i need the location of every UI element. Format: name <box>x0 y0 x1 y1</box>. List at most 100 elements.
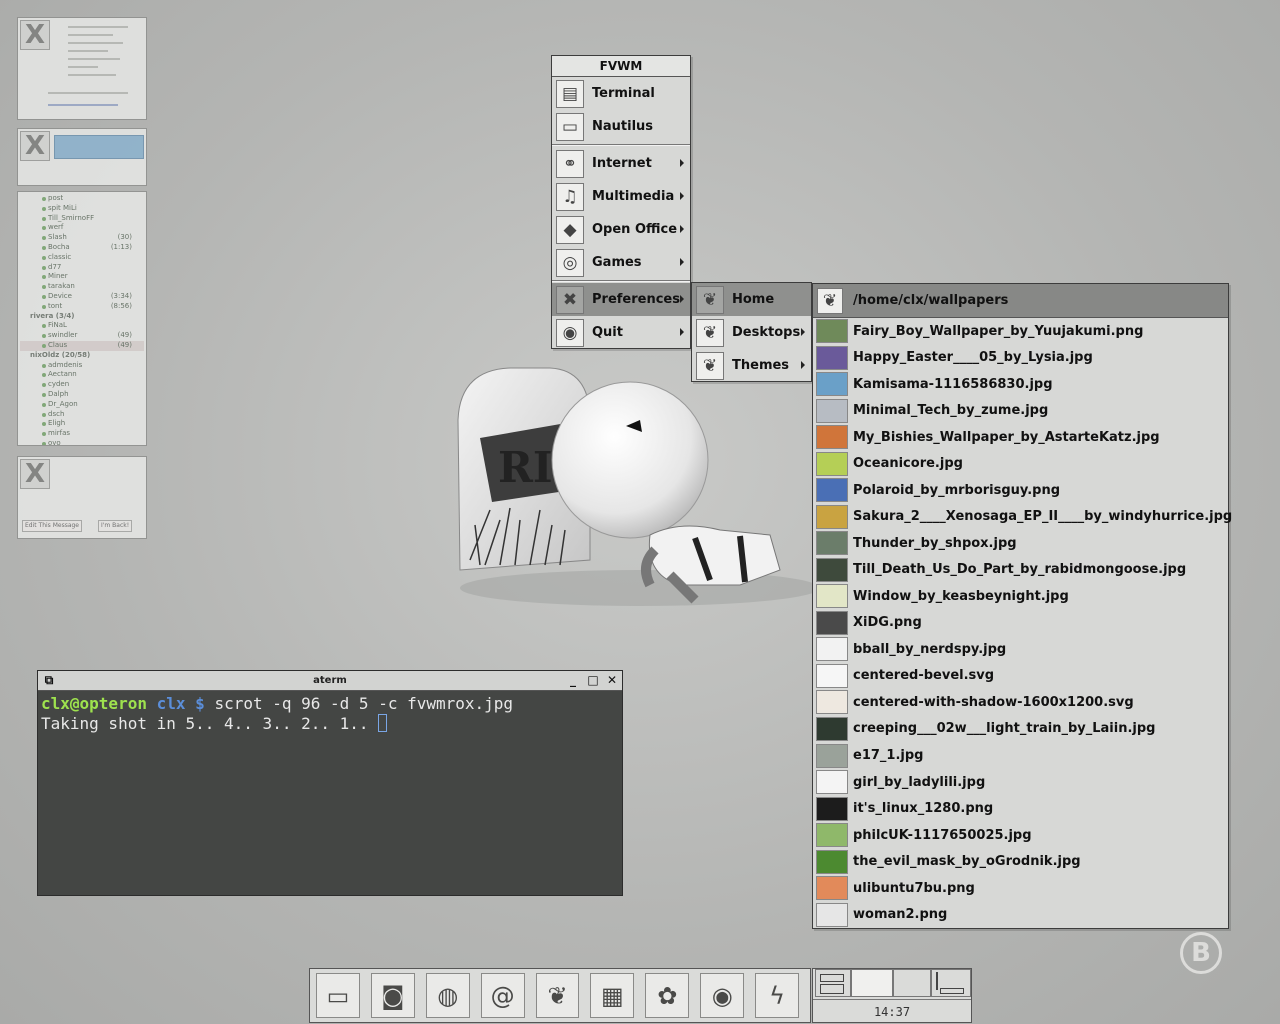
menu-item-themes[interactable]: ❦ Themes <box>692 349 811 382</box>
contact-count: (3:34) <box>110 291 132 300</box>
wallpaper-item[interactable]: Kamisama-1116586830.jpg <box>813 371 1228 398</box>
wallpaper-item[interactable]: Happy_Easter____05_by_Lysia.jpg <box>813 345 1228 372</box>
contact-row[interactable]: Bocha (1:13) <box>20 243 144 253</box>
wallpaper-item[interactable]: Till_Death_Us_Do_Part_by_rabidmongoose.j… <box>813 557 1228 584</box>
desktop-3[interactable] <box>893 969 931 997</box>
contact-row[interactable]: Slash (30) <box>20 233 144 243</box>
aterm-titlebar[interactable]: ⧉ aterm _ □ ✕ <box>38 671 622 691</box>
pager-thumb-1[interactable]: X <box>17 17 147 120</box>
menu-item-preferences[interactable]: ✖ Preferences <box>552 283 690 316</box>
menu-item-desktops[interactable]: ❦ Desktops <box>692 316 811 349</box>
wallpaper-thumbnail <box>816 319 848 344</box>
globe-icon[interactable]: ◍ <box>425 973 470 1018</box>
wallpaper-item[interactable]: centered-bevel.svg <box>813 663 1228 690</box>
wallpaper-item[interactable]: Oceanicore.jpg <box>813 451 1228 478</box>
menu-item-home[interactable]: ❦ Home <box>692 283 811 316</box>
contact-group[interactable]: rivera (3/4) <box>20 312 144 322</box>
disc-icon[interactable]: ◉ <box>700 973 745 1018</box>
menu-item-games[interactable]: ◎ Games <box>552 246 690 279</box>
wallpaper-item[interactable]: Minimal_Tech_by_zume.jpg <box>813 398 1228 425</box>
contact-row[interactable]: Miner <box>20 272 144 282</box>
contact-row[interactable]: admdenis <box>20 361 144 371</box>
menu-item-quit[interactable]: ◉ Quit <box>552 316 690 349</box>
menu-item-nautilus[interactable]: ▭ Nautilus <box>552 110 690 143</box>
contact-row[interactable]: Dalph <box>20 390 144 400</box>
flower-icon[interactable]: ✿ <box>645 973 690 1018</box>
pager-thumb-2[interactable]: X <box>17 128 147 186</box>
wallpaper-item[interactable]: woman2.png <box>813 901 1228 928</box>
contact-row[interactable]: tont (8:56) <box>20 302 144 312</box>
contact-row[interactable]: Claus (49) <box>20 340 144 351</box>
wallpaper-filename: it's_linux_1280.png <box>853 801 994 817</box>
lightning-icon[interactable]: ϟ <box>755 973 800 1018</box>
aterm-window[interactable]: ⧉ aterm _ □ ✕ clx@opteron clx $ scrot -q… <box>37 670 623 896</box>
wallpaper-item[interactable]: e17_1.jpg <box>813 742 1228 769</box>
contact-row[interactable]: post <box>20 194 144 204</box>
contact-row[interactable]: Device (3:34) <box>20 292 144 302</box>
wallpaper-item[interactable]: creeping___02w___light_train_by_Laiin.jp… <box>813 716 1228 743</box>
edit-message-button[interactable]: Edit This Message <box>22 520 82 532</box>
contact-name: Bocha <box>48 242 70 251</box>
leaf-icon: ❦ <box>696 318 724 347</box>
wallpaper-item[interactable]: it's_linux_1280.png <box>813 795 1228 822</box>
contact-row[interactable]: Till_SmirnoFF <box>20 214 144 224</box>
menu-item-open-office[interactable]: ◆ Open Office <box>552 213 690 246</box>
contact-row[interactable]: oyo <box>20 439 144 445</box>
wallpaper-filename: bball_by_nerdspy.jpg <box>853 641 1007 657</box>
launcher-dock: ▭ ◙ ◍ @ ❦ ▦ ✿ ◉ ϟ <box>309 968 811 1023</box>
contact-row[interactable]: cyden <box>20 380 144 390</box>
wallpaper-filename: Polaroid_by_mrborisguy.png <box>853 482 1061 498</box>
pager-thumb-4[interactable]: X Edit This Message I'm Back! <box>17 456 147 539</box>
contact-row[interactable]: swindler (49) <box>20 331 144 341</box>
wallpaper-thumbnail <box>816 902 848 927</box>
wallpaper-item[interactable]: the_evil_mask_by_oGrodnik.jpg <box>813 848 1228 875</box>
menu-item-multimedia[interactable]: ♫ Multimedia <box>552 180 690 213</box>
wallpaper-thumbnail <box>816 345 848 370</box>
menu-item-terminal[interactable]: ▤ Terminal <box>552 77 690 110</box>
desktop-1[interactable] <box>815 969 851 997</box>
back-button[interactable]: I'm Back! <box>98 520 133 532</box>
desktop-4[interactable] <box>931 969 971 997</box>
wallpaper-item[interactable]: My_Bishies_Wallpaper_by_AstarteKatz.jpg <box>813 424 1228 451</box>
maximize-icon[interactable]: □ <box>586 674 600 688</box>
contact-list-window[interactable]: post spit MiLi Till_SmirnoFF werf Slash (30) B… <box>17 191 147 446</box>
contact-name: Miner <box>48 272 68 281</box>
contact-row[interactable]: Dr_Agon <box>20 400 144 410</box>
contact-row[interactable]: classic <box>20 253 144 263</box>
wallpaper-item[interactable]: Fairy_Boy_Wallpaper_by_Yuujakumi.png <box>813 318 1228 345</box>
contact-row[interactable]: Eligh <box>20 419 144 429</box>
contact-row[interactable]: mirfas <box>20 429 144 439</box>
wallpaper-item[interactable]: bball_by_nerdspy.jpg <box>813 636 1228 663</box>
contact-group[interactable]: nixOldz (20/58) <box>20 351 144 361</box>
contact-row[interactable]: dsch <box>20 410 144 420</box>
wallpaper-item[interactable]: centered-with-shadow-1600x1200.svg <box>813 689 1228 716</box>
contact-row[interactable]: spit MiLi <box>20 204 144 214</box>
fvwm-root-menu: FVWM ▤ Terminal ▭ Nautilus ⚭ Internet ♫ Multime… <box>551 55 691 349</box>
contact-row[interactable]: werf <box>20 223 144 233</box>
window-menu-icon[interactable]: ⧉ <box>42 674 56 688</box>
minimize-icon[interactable]: _ <box>566 674 580 688</box>
contact-row[interactable]: Aectann <box>20 370 144 380</box>
wallpaper-item[interactable]: Polaroid_by_mrborisguy.png <box>813 477 1228 504</box>
contact-name: Claus <box>48 340 68 349</box>
wallpaper-item[interactable]: philcUK-1117650025.jpg <box>813 822 1228 849</box>
email-at-icon[interactable]: @ <box>480 973 525 1018</box>
wallpaper-item[interactable]: Window_by_keasbeynight.jpg <box>813 583 1228 610</box>
wallpaper-item[interactable]: Sakura_2____Xenosaga_EP_II____by_windyhu… <box>813 504 1232 531</box>
close-icon[interactable]: ✕ <box>605 674 619 688</box>
contact-row[interactable]: tarakan <box>20 282 144 292</box>
wallpaper-item[interactable]: girl_by_ladylili.jpg <box>813 769 1228 796</box>
terminal-output[interactable]: clx@opteron clx $ scrot -q 96 -d 5 -c fv… <box>38 691 622 737</box>
wallpaper-item[interactable]: ulibuntu7bu.png <box>813 875 1228 902</box>
submenu-arrow-icon <box>801 361 805 369</box>
contact-row[interactable]: d77 <box>20 263 144 273</box>
wallpaper-item[interactable]: Thunder_by_shpox.jpg <box>813 530 1228 557</box>
clapperboard-icon[interactable]: ▦ <box>590 973 635 1018</box>
contact-row[interactable]: FiNaL <box>20 321 144 331</box>
menu-item-internet[interactable]: ⚭ Internet <box>552 147 690 180</box>
desktop-2-current[interactable] <box>851 969 893 997</box>
leaf-icon[interactable]: ❦ <box>535 973 580 1018</box>
wallpaper-item[interactable]: XiDG.png <box>813 610 1228 637</box>
camera-icon[interactable]: ◙ <box>370 973 415 1018</box>
new-file-icon[interactable]: ▭ <box>316 973 360 1018</box>
